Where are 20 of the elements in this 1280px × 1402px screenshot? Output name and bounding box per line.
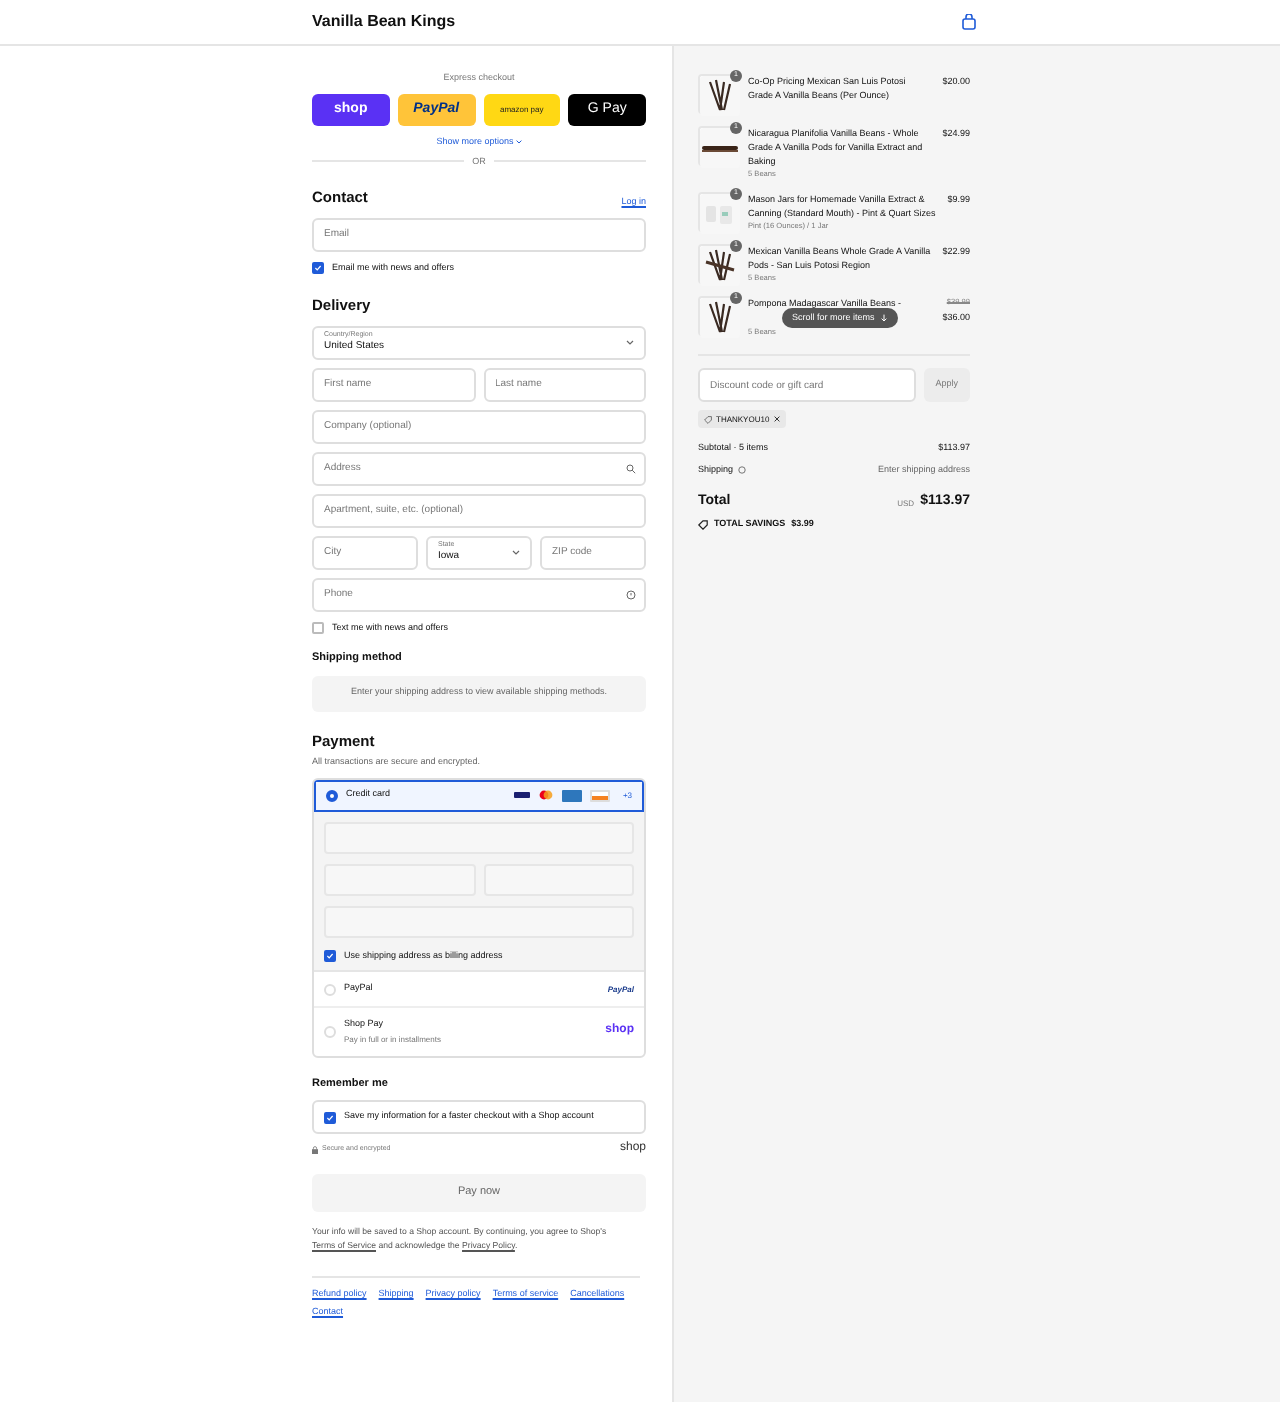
- tag-icon: [698, 519, 708, 530]
- arrow-down-icon: [880, 314, 889, 322]
- lock-icon: [312, 1145, 318, 1153]
- amex-logo-icon: [562, 789, 583, 801]
- checkbox[interactable]: [312, 621, 324, 634]
- checkbox[interactable]: [324, 949, 336, 962]
- store-name: Vanilla Bean Kings: [312, 10, 456, 34]
- discover-logo-icon: [590, 789, 611, 801]
- tag-icon: [704, 415, 712, 423]
- visa-logo-icon: [514, 792, 531, 798]
- close-icon[interactable]: [773, 416, 780, 422]
- help-icon[interactable]: [737, 466, 746, 475]
- chevron-down-icon: [626, 339, 634, 345]
- mastercard-logo-icon: [538, 790, 555, 800]
- search-icon: [626, 463, 636, 473]
- checkbox[interactable]: [312, 261, 324, 274]
- chevron-down-icon: [512, 549, 520, 555]
- help-icon[interactable]: [626, 589, 636, 599]
- radio-button[interactable]: [326, 789, 338, 801]
- shopping-bag-icon[interactable]: [962, 14, 976, 30]
